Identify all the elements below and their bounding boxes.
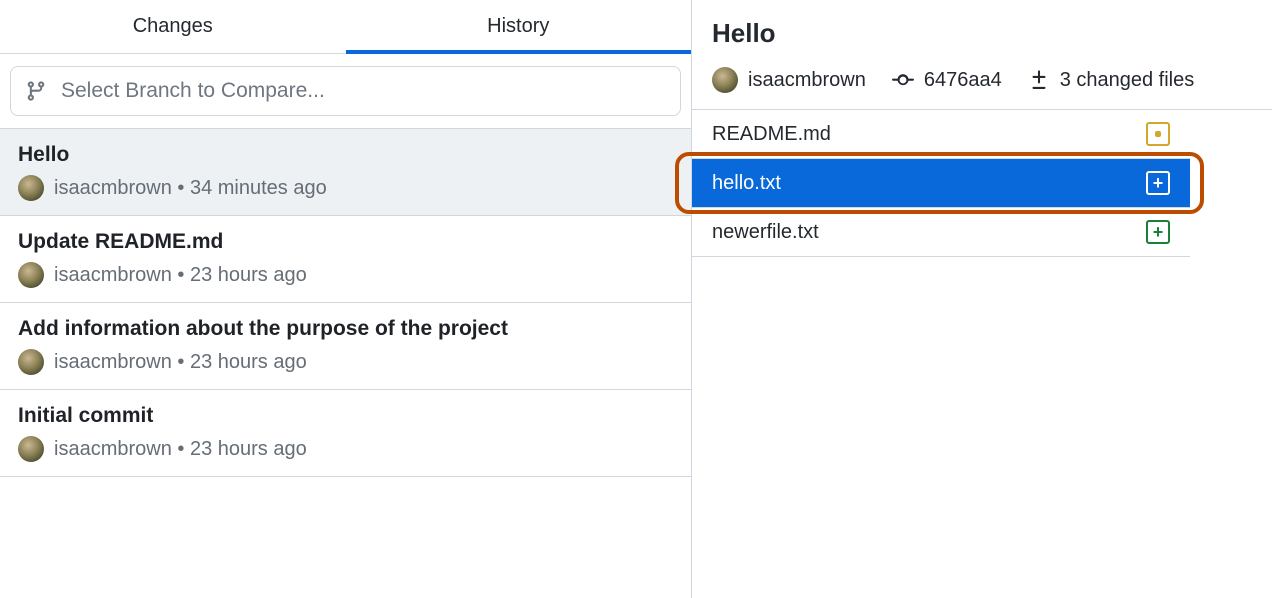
- separator: •: [172, 177, 190, 199]
- git-commit-icon: [892, 69, 914, 91]
- commit-time: 23 hours ago: [190, 438, 307, 460]
- avatar: [712, 67, 738, 93]
- file-name: newerfile.txt: [712, 221, 819, 244]
- file-name: README.md: [712, 123, 831, 146]
- commit-time: 34 minutes ago: [190, 177, 327, 199]
- separator: •: [172, 264, 190, 286]
- commit-author: isaacmbrown: [54, 351, 172, 373]
- avatar: [18, 175, 44, 201]
- tab-changes-label: Changes: [133, 15, 213, 38]
- commit-header: Hello isaacmbrown 6476aa4 3 changed file…: [692, 18, 1272, 110]
- commit-meta: isaacmbrown • 34 minutes ago: [18, 175, 673, 201]
- branch-compare-selector[interactable]: Select Branch to Compare...: [10, 66, 681, 116]
- commit-item[interactable]: Add information about the purpose of the…: [0, 303, 691, 390]
- avatar: [18, 262, 44, 288]
- commit-author: isaacmbrown: [748, 69, 866, 92]
- file-row[interactable]: newerfile.txt +: [692, 208, 1190, 257]
- tabs: Changes History: [0, 0, 691, 54]
- commit-list: Hello isaacmbrown • 34 minutes ago Update …: [0, 128, 691, 477]
- right-panel: Hello isaacmbrown 6476aa4 3 changed file…: [692, 0, 1272, 598]
- file-diff-icon: [1028, 69, 1050, 91]
- commit-detail-meta: isaacmbrown 6476aa4 3 changed files: [712, 67, 1252, 93]
- left-panel: Changes History Select Branch to Compare…: [0, 0, 692, 598]
- commit-author: isaacmbrown: [54, 438, 172, 460]
- branch-selector-placeholder: Select Branch to Compare...: [61, 79, 325, 103]
- commit-title: Add information about the purpose of the…: [18, 317, 673, 341]
- commit-meta: isaacmbrown • 23 hours ago: [18, 436, 673, 462]
- commit-meta: isaacmbrown • 23 hours ago: [18, 262, 673, 288]
- commit-sha-group: 6476aa4: [892, 69, 1002, 92]
- separator: •: [172, 438, 190, 460]
- avatar: [18, 436, 44, 462]
- git-branch-icon: [25, 80, 47, 102]
- file-status-icon: [1146, 122, 1170, 146]
- commit-title: Update README.md: [18, 230, 673, 254]
- commit-detail-title: Hello: [712, 18, 1252, 49]
- commit-meta: isaacmbrown • 23 hours ago: [18, 349, 673, 375]
- changed-files-group: 3 changed files: [1028, 69, 1195, 92]
- commit-time: 23 hours ago: [190, 351, 307, 373]
- separator: •: [172, 351, 190, 373]
- file-name: hello.txt: [712, 172, 781, 195]
- commit-item[interactable]: Initial commit isaacmbrown • 23 hours ago: [0, 390, 691, 477]
- avatar: [18, 349, 44, 375]
- commit-title: Initial commit: [18, 404, 673, 428]
- commit-author: isaacmbrown: [54, 177, 172, 199]
- commit-item[interactable]: Hello isaacmbrown • 34 minutes ago: [0, 129, 691, 216]
- commit-sha: 6476aa4: [924, 69, 1002, 92]
- commit-author: isaacmbrown: [54, 264, 172, 286]
- file-row[interactable]: hello.txt +: [692, 159, 1190, 208]
- changed-files-count: 3 changed files: [1060, 69, 1195, 92]
- commit-title: Hello: [18, 143, 673, 167]
- commit-time: 23 hours ago: [190, 264, 307, 286]
- file-status-icon: +: [1146, 220, 1170, 244]
- tab-history[interactable]: History: [346, 0, 692, 53]
- commit-author-group: isaacmbrown: [712, 67, 866, 93]
- file-list: README.md hello.txt + newerfile.txt +: [692, 110, 1190, 257]
- file-row[interactable]: README.md: [692, 110, 1190, 159]
- file-status-icon: +: [1146, 171, 1170, 195]
- tab-history-label: History: [487, 15, 549, 38]
- commit-item[interactable]: Update README.md isaacmbrown • 23 hours a…: [0, 216, 691, 303]
- tab-changes[interactable]: Changes: [0, 0, 346, 53]
